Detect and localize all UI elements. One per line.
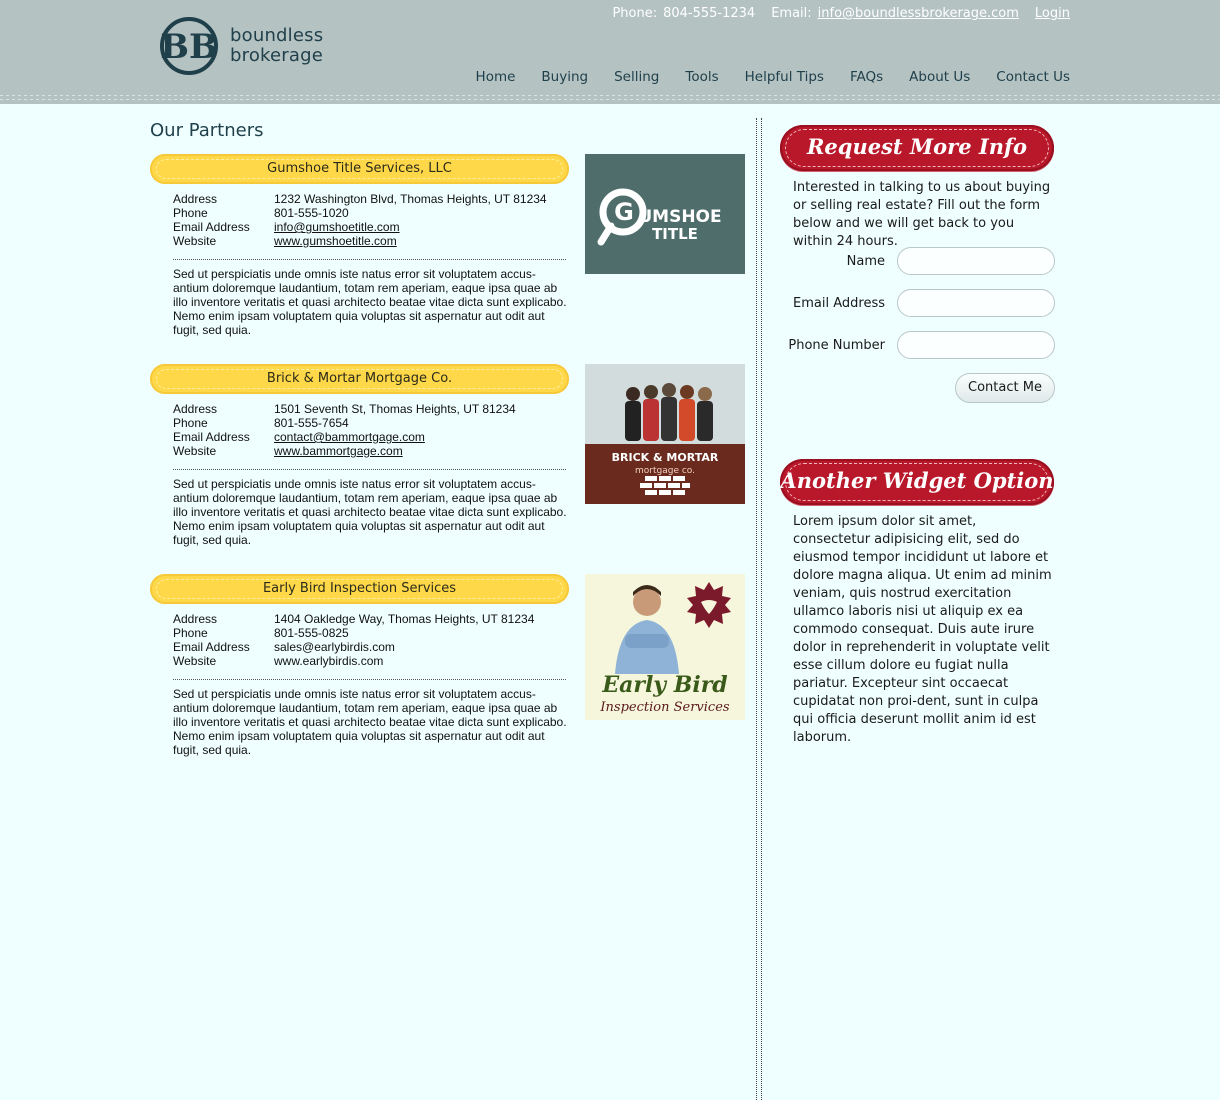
email-input[interactable] [897, 289, 1055, 317]
early-bird-logo-line-2: Inspection Services [599, 700, 729, 715]
partner-description: Sed ut perspiciatis unde omnis iste natu… [173, 687, 567, 757]
dotted-divider [173, 259, 566, 260]
brick-logo-line-2: mortgage co. [635, 466, 695, 476]
partner-email-link[interactable]: contact@bammortgage.com [274, 430, 425, 444]
gumshoe-title-logo[interactable]: G UMSHOE TITLE [585, 154, 745, 274]
phone-number-label: Phone Number [788, 338, 885, 353]
partner-details: Address 1404 Oakledge Way, Thomas Heights… [173, 612, 534, 668]
phone-input[interactable] [897, 331, 1055, 359]
partner-email-link[interactable]: info@gumshoetitle.com [274, 220, 400, 234]
nav-tools[interactable]: Tools [685, 69, 718, 85]
gumshoe-logo-line-1: UMSHOE [638, 207, 721, 227]
partner-website-link[interactable]: www.gumshoetitle.com [274, 234, 397, 248]
gumshoe-logo-line-2: TITLE [652, 225, 698, 243]
website-label: Website [173, 444, 217, 458]
website-label: Website [173, 234, 217, 248]
logo-line-2: brokerage [230, 45, 324, 66]
phone-number: 804-555-1234 [663, 6, 756, 21]
early-bird-logo-line-1: Early Bird [601, 672, 727, 698]
nav-home[interactable]: Home [476, 69, 516, 85]
partner-phone: 801-555-0825 [274, 626, 349, 640]
main-nav: Home Buying Selling Tools Helpful Tips F… [476, 69, 1070, 85]
widget-title-ribbon: Request More Info [780, 125, 1054, 171]
team-photo-icon [625, 383, 713, 441]
phone-label: Phone [173, 416, 208, 430]
email-link[interactable]: info@boundlessbrokerage.com [818, 6, 1019, 21]
logo-mark-text: BB [160, 27, 217, 67]
partner-address: 1404 Oakledge Way, Thomas Heights, UT 81… [274, 612, 535, 626]
partner-phone: 801-555-7654 [274, 416, 349, 430]
brand-logo[interactable]: BB boundless brokerage [158, 16, 328, 78]
brick-mortar-logo[interactable]: BRICK & MORTAR mortgage co. [585, 364, 745, 504]
request-info-title: Request More Info [806, 134, 1028, 159]
partner-name: Early Bird Inspection Services [262, 581, 457, 596]
name-row: Name [780, 247, 1055, 277]
email-row: Email Address [780, 289, 1055, 319]
email-label: Email Address [793, 296, 885, 311]
nav-helpful-tips[interactable]: Helpful Tips [745, 69, 824, 85]
request-info-intro: Interested in talking to us about buying… [793, 180, 1051, 249]
phone-label: Phone [173, 206, 208, 220]
column-separator [756, 118, 762, 1100]
partner-website: www.earlybirdis.com [274, 654, 384, 668]
name-label: Name [846, 254, 885, 269]
partner-website-link[interactable]: www.bammortgage.com [274, 444, 403, 458]
partner-description: Sed ut perspiciatis unde omnis iste natu… [173, 267, 567, 337]
phone-label: Phone [173, 626, 208, 640]
partner-name: Brick & Mortar Mortgage Co. [266, 371, 453, 386]
another-widget-title: Another Widget Option [780, 468, 1054, 493]
nav-selling[interactable]: Selling [614, 69, 659, 85]
login-link[interactable]: Login [1035, 6, 1070, 21]
brick-logo-line-1: BRICK & MORTAR [612, 451, 719, 464]
bb-logo-icon: BB [160, 17, 218, 75]
address-label: Address [173, 612, 218, 626]
partner-name: Gumshoe Title Services, LLC [267, 161, 452, 176]
logo-line-1: boundless [230, 25, 324, 46]
email-label: Email: [771, 6, 812, 21]
another-widget-text: Lorem ipsum dolor sit amet, consectetur … [793, 514, 1052, 745]
dotted-divider [173, 679, 566, 680]
partner-details: Address 1232 Washington Blvd, Thomas Heig… [173, 192, 547, 248]
partner-details: Address 1501 Seventh St, Thomas Heights, … [173, 402, 516, 458]
page-title: Our Partners [150, 120, 264, 141]
nav-contact-us[interactable]: Contact Us [996, 69, 1070, 85]
contact-bar: Phone: 804-555-1234 Email: info@boundles… [612, 6, 1070, 21]
email-label: Email Address [173, 640, 250, 654]
name-input[interactable] [897, 247, 1055, 275]
dotted-divider [173, 469, 566, 470]
nav-faqs[interactable]: FAQs [850, 69, 883, 85]
partner-address: 1501 Seventh St, Thomas Heights, UT 8123… [274, 402, 516, 416]
email-label: Email Address [173, 220, 250, 234]
email-label: Email Address [173, 430, 250, 444]
address-label: Address [173, 192, 218, 206]
partner-address: 1232 Washington Blvd, Thomas Heights, UT… [274, 192, 547, 206]
header-divider [0, 92, 1220, 104]
phone-row: Phone Number [780, 331, 1055, 361]
partner-description: Sed ut perspiciatis unde omnis iste natu… [173, 477, 567, 547]
site-header: BB boundless brokerage Phone: 804-555-12… [0, 0, 1220, 92]
partner-email: sales@earlybirdis.com [274, 640, 395, 654]
address-label: Address [173, 402, 218, 416]
website-label: Website [173, 654, 217, 668]
phone-label: Phone: [612, 6, 658, 21]
svg-text:G: G [614, 198, 634, 226]
nav-buying[interactable]: Buying [541, 69, 588, 85]
early-bird-logo[interactable]: Early Bird Inspection Services [585, 574, 745, 720]
nav-about-us[interactable]: About Us [909, 69, 970, 85]
partner-phone: 801-555-1020 [274, 206, 349, 220]
widget-title-ribbon: Another Widget Option [780, 459, 1054, 505]
bricks-icon [640, 476, 690, 495]
contact-me-button[interactable]: Contact Me [955, 373, 1055, 403]
